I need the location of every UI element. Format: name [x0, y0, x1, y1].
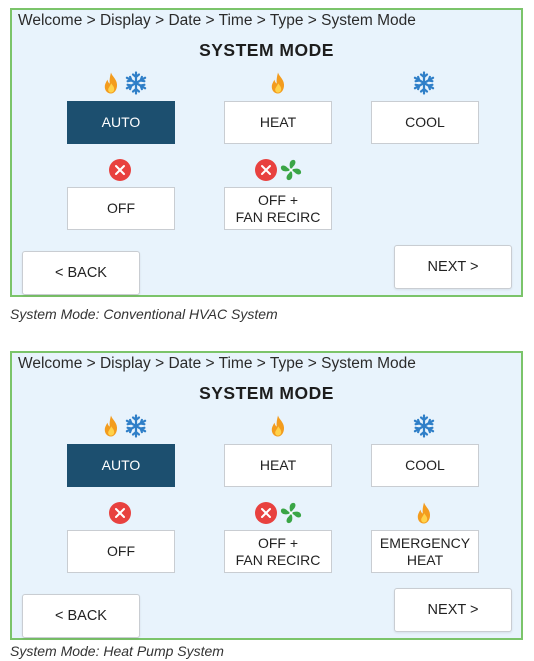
cool-mode-icons: [410, 69, 438, 97]
fan-icon: [279, 158, 303, 182]
heat-mode-icons: [264, 412, 292, 440]
next-button[interactable]: NEXT >: [394, 245, 512, 289]
flame-icon: [412, 501, 436, 525]
heat-button[interactable]: HEAT: [224, 101, 332, 144]
off-mode-icons: [106, 156, 134, 184]
system-mode-panel-heat-pump: Welcome > Display > Date > Time > Type >…: [10, 351, 523, 640]
off-fan-recirc-button[interactable]: OFF + FAN RECIRC: [224, 530, 332, 573]
off-button[interactable]: OFF: [67, 187, 175, 230]
off-x-icon: [254, 501, 278, 525]
off-x-icon: [254, 158, 278, 182]
system-mode-panel-conventional: Welcome > Display > Date > Time > Type >…: [10, 8, 523, 297]
off-fan-mode-icons: [252, 156, 304, 184]
auto-mode-icons: [92, 412, 154, 440]
snowflake-icon: [412, 71, 436, 95]
next-button[interactable]: NEXT >: [394, 588, 512, 632]
cool-button[interactable]: COOL: [371, 444, 479, 487]
flame-icon: [99, 71, 123, 95]
off-button[interactable]: OFF: [67, 530, 175, 573]
page-title: SYSTEM MODE: [199, 383, 334, 403]
fan-icon: [279, 501, 303, 525]
flame-icon: [266, 71, 290, 95]
cool-button[interactable]: COOL: [371, 101, 479, 144]
snowflake-icon: [412, 414, 436, 438]
heat-mode-icons: [264, 69, 292, 97]
breadcrumb[interactable]: Welcome > Display > Date > Time > Type >…: [18, 12, 416, 30]
flame-icon: [99, 414, 123, 438]
off-x-icon: [108, 501, 132, 525]
auto-mode-icons: [92, 69, 154, 97]
cool-mode-icons: [410, 412, 438, 440]
page-title: SYSTEM MODE: [199, 40, 334, 60]
off-x-icon: [108, 158, 132, 182]
back-button[interactable]: < BACK: [22, 594, 140, 638]
off-fan-mode-icons: [252, 499, 304, 527]
breadcrumb[interactable]: Welcome > Display > Date > Time > Type >…: [18, 355, 416, 373]
auto-button[interactable]: AUTO: [67, 101, 175, 144]
emergency-heat-icons: [410, 499, 438, 527]
heat-button[interactable]: HEAT: [224, 444, 332, 487]
off-fan-recirc-button[interactable]: OFF + FAN RECIRC: [224, 187, 332, 230]
back-button[interactable]: < BACK: [22, 251, 140, 295]
figure-caption: System Mode: Conventional HVAC System: [10, 306, 278, 322]
auto-button[interactable]: AUTO: [67, 444, 175, 487]
snowflake-icon: [124, 414, 148, 438]
flame-icon: [266, 414, 290, 438]
off-mode-icons: [106, 499, 134, 527]
figure-caption: System Mode: Heat Pump System: [10, 643, 224, 659]
snowflake-icon: [124, 71, 148, 95]
emergency-heat-button[interactable]: EMERGENCY HEAT: [371, 530, 479, 573]
